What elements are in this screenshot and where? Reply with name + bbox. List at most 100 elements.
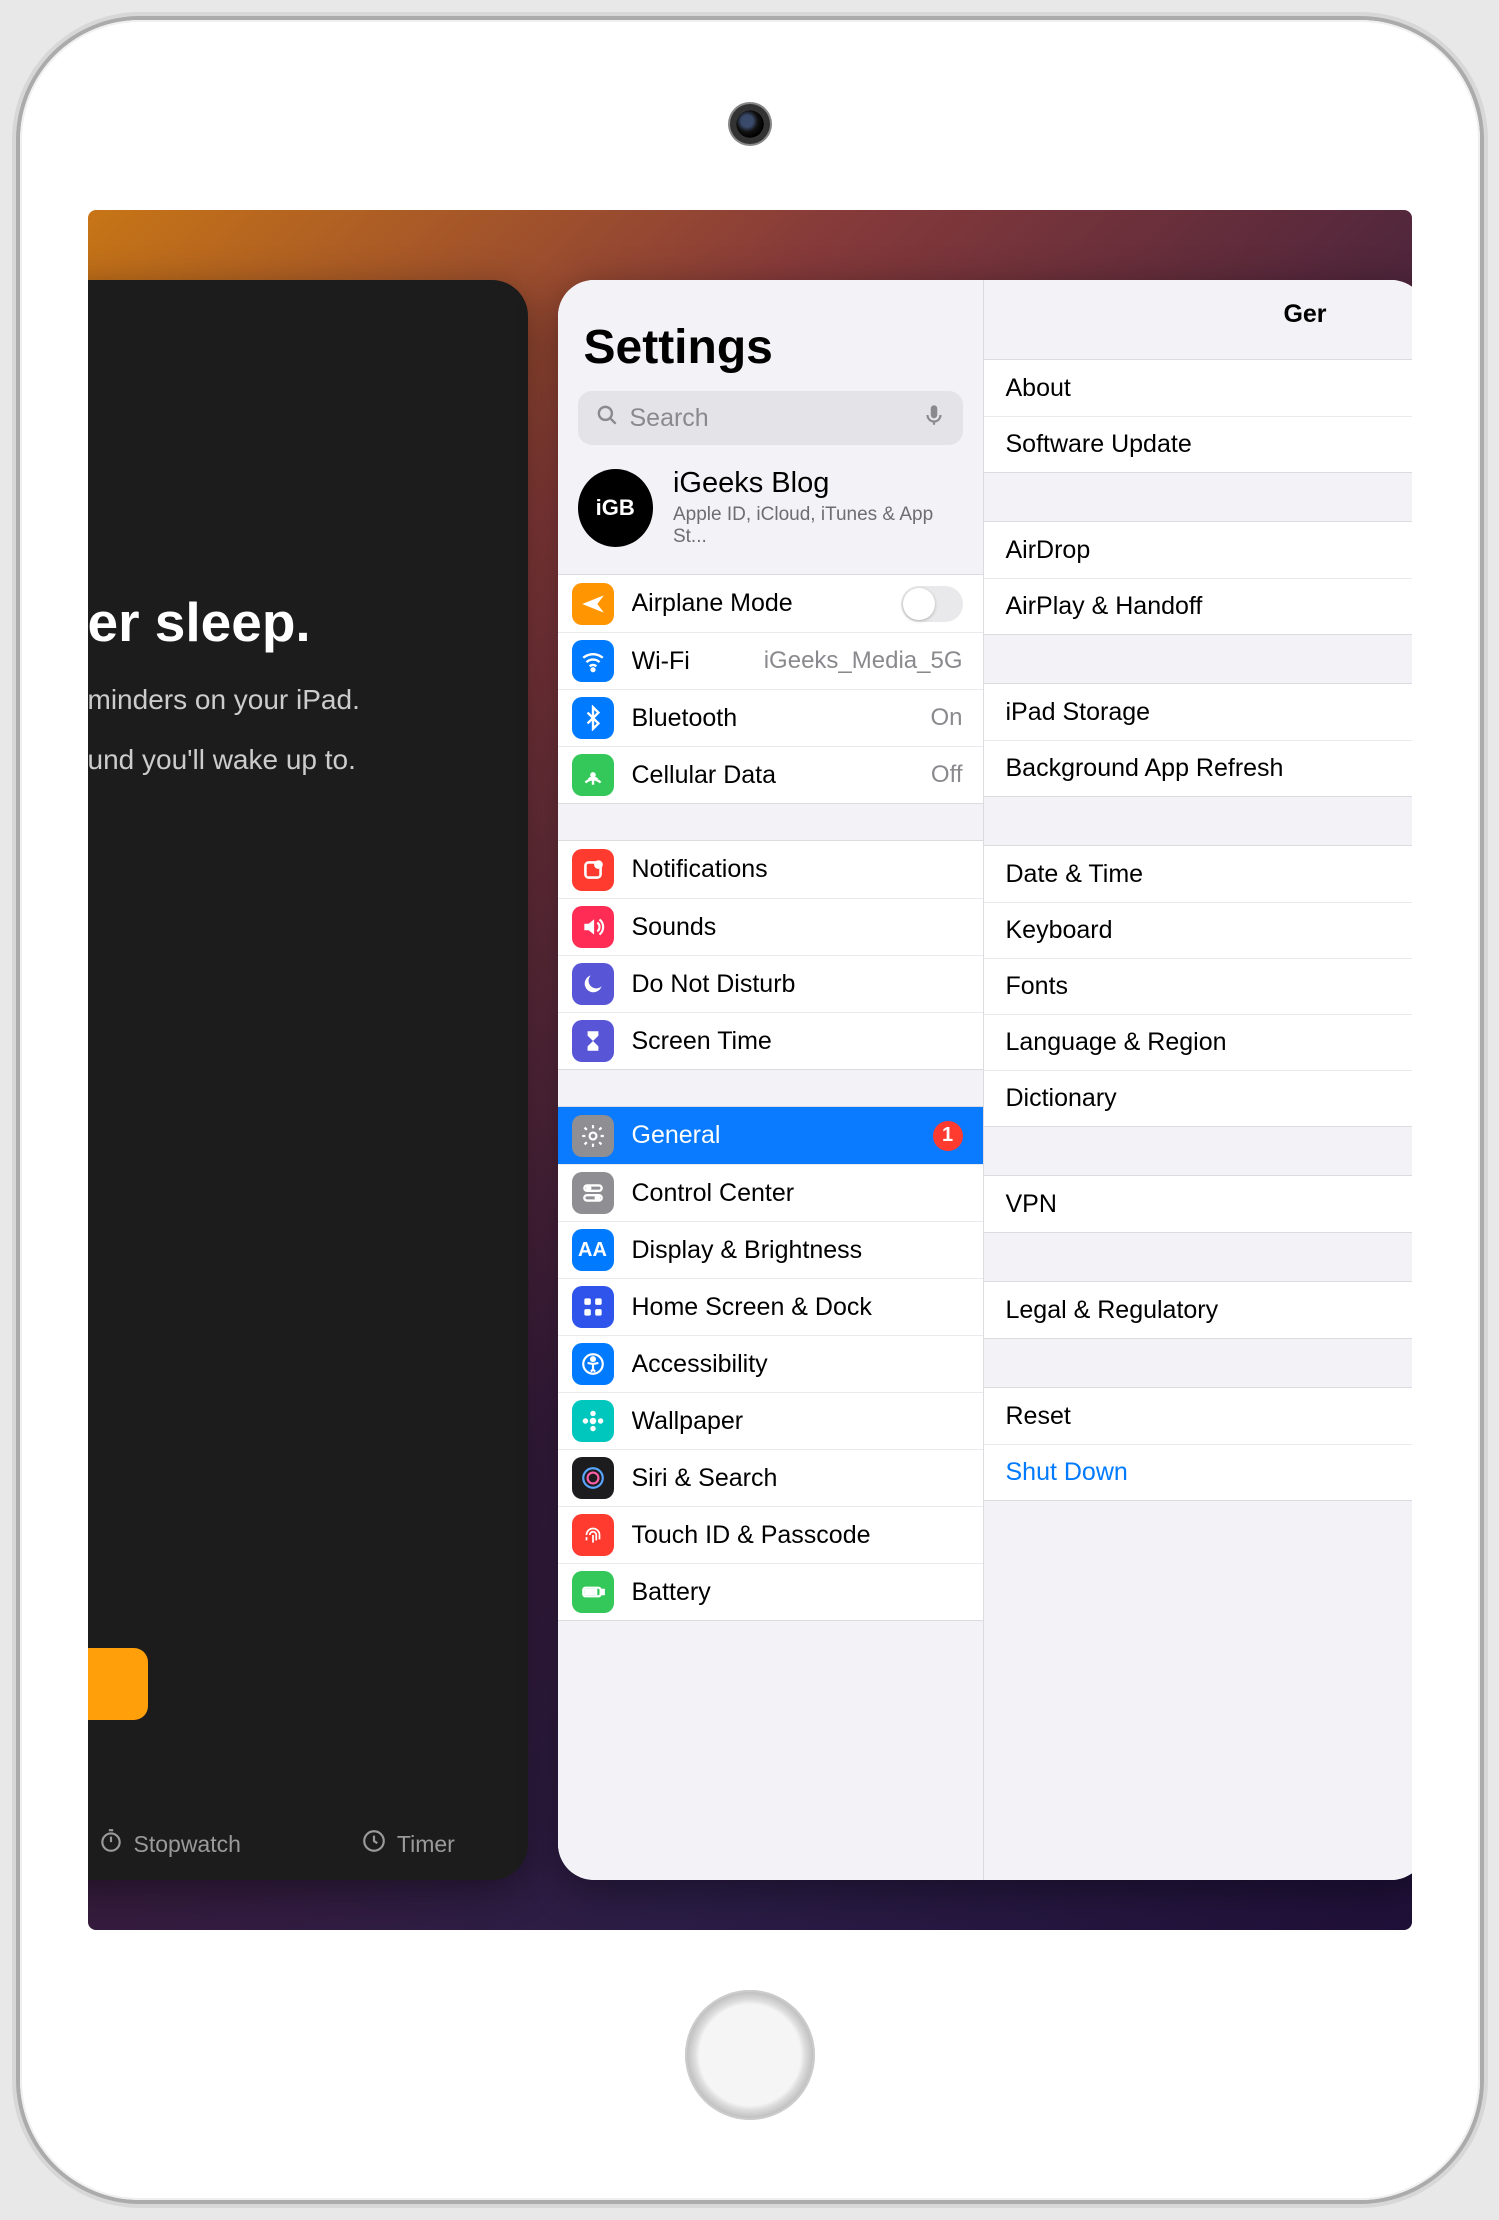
detail-group-about: About Software Update bbox=[984, 359, 1412, 473]
apple-id-row[interactable]: iGB iGeeks Blog Apple ID, iCloud, iTunes… bbox=[558, 463, 983, 574]
row-label: Notifications bbox=[632, 855, 963, 884]
row-keyboard[interactable]: Keyboard bbox=[984, 902, 1412, 958]
row-cellular[interactable]: Cellular Data Off bbox=[558, 746, 983, 803]
row-sounds[interactable]: Sounds bbox=[558, 898, 983, 955]
screen: er sleep. minders on your iPad. und you'… bbox=[88, 210, 1412, 1930]
airplane-toggle[interactable] bbox=[901, 586, 963, 622]
tab-stopwatch[interactable]: Stopwatch bbox=[98, 1828, 241, 1860]
row-value: On bbox=[930, 704, 962, 732]
detail-group-legal: Legal & Regulatory bbox=[984, 1281, 1412, 1339]
home-button[interactable] bbox=[685, 1990, 815, 2120]
row-label: Battery bbox=[632, 1578, 963, 1607]
moon-icon bbox=[572, 963, 614, 1005]
clock-line2: und you'll wake up to. bbox=[88, 744, 508, 776]
clock-orange-button[interactable] bbox=[88, 1648, 148, 1720]
row-dictionary[interactable]: Dictionary bbox=[984, 1070, 1412, 1126]
row-fonts[interactable]: Fonts bbox=[984, 958, 1412, 1014]
row-language[interactable]: Language & Region bbox=[984, 1014, 1412, 1070]
profile-name: iGeeks Blog bbox=[673, 467, 963, 500]
row-control-center[interactable]: Control Center bbox=[558, 1164, 983, 1221]
row-label: Wi-Fi bbox=[632, 647, 754, 676]
row-date-time[interactable]: Date & Time bbox=[984, 846, 1412, 902]
row-home-screen[interactable]: Home Screen & Dock bbox=[558, 1278, 983, 1335]
avatar: iGB bbox=[578, 469, 653, 547]
row-bluetooth[interactable]: Bluetooth On bbox=[558, 689, 983, 746]
app-card-settings[interactable]: Settings Search iGB iGeeks Blog bbox=[558, 280, 1412, 1880]
row-label: Do Not Disturb bbox=[632, 970, 963, 999]
app-switcher[interactable]: er sleep. minders on your iPad. und you'… bbox=[88, 210, 1412, 1930]
row-label: VPN bbox=[1006, 1190, 1057, 1219]
row-label: Background App Refresh bbox=[1006, 754, 1284, 783]
row-wifi[interactable]: Wi-Fi iGeeks_Media_5G bbox=[558, 632, 983, 689]
row-label: Reset bbox=[1006, 1402, 1071, 1431]
row-wallpaper[interactable]: Wallpaper bbox=[558, 1392, 983, 1449]
row-siri[interactable]: Siri & Search bbox=[558, 1449, 983, 1506]
row-label: Sounds bbox=[632, 913, 963, 942]
detail-group-airdrop: AirDrop AirPlay & Handoff bbox=[984, 521, 1412, 635]
row-software-update[interactable]: Software Update bbox=[984, 416, 1412, 472]
row-notifications[interactable]: Notifications bbox=[558, 841, 983, 898]
siri-icon bbox=[572, 1457, 614, 1499]
row-label: Control Center bbox=[632, 1179, 963, 1208]
row-screen-time[interactable]: Screen Time bbox=[558, 1012, 983, 1069]
row-value: Off bbox=[931, 761, 963, 789]
clock-line1: minders on your iPad. bbox=[88, 684, 508, 716]
row-bg-refresh[interactable]: Background App Refresh bbox=[984, 740, 1412, 796]
row-general[interactable]: General 1 bbox=[558, 1107, 983, 1164]
fingerprint-icon bbox=[572, 1514, 614, 1556]
row-accessibility[interactable]: Accessibility bbox=[558, 1335, 983, 1392]
search-input[interactable]: Search bbox=[578, 391, 963, 445]
row-label: Legal & Regulatory bbox=[1006, 1296, 1219, 1325]
group-general: General 1 Control Center AA Display & Br… bbox=[558, 1106, 983, 1621]
group-alerts: Notifications Sounds Do Not Disturb bbox=[558, 840, 983, 1070]
row-legal[interactable]: Legal & Regulatory bbox=[984, 1282, 1412, 1338]
stopwatch-icon bbox=[98, 1828, 124, 1860]
antenna-icon bbox=[572, 754, 614, 796]
tab-stopwatch-label: Stopwatch bbox=[134, 1831, 241, 1858]
accessibility-icon bbox=[572, 1343, 614, 1385]
row-label: Language & Region bbox=[1006, 1028, 1227, 1057]
text-size-icon: AA bbox=[572, 1229, 614, 1271]
row-label: Cellular Data bbox=[632, 761, 921, 790]
row-label: Wallpaper bbox=[632, 1407, 963, 1436]
tab-timer-label: Timer bbox=[397, 1831, 455, 1858]
row-label: AirPlay & Handoff bbox=[1006, 592, 1203, 621]
row-battery[interactable]: Battery bbox=[558, 1563, 983, 1620]
row-shut-down[interactable]: Shut Down bbox=[984, 1444, 1412, 1500]
detail-group-reset: Reset Shut Down bbox=[984, 1387, 1412, 1501]
settings-sidebar: Settings Search iGB iGeeks Blog bbox=[558, 280, 983, 1880]
row-airdrop[interactable]: AirDrop bbox=[984, 522, 1412, 578]
row-label: Screen Time bbox=[632, 1027, 963, 1056]
gear-icon bbox=[572, 1115, 614, 1157]
row-vpn[interactable]: VPN bbox=[984, 1176, 1412, 1232]
search-icon bbox=[594, 402, 620, 435]
row-reset[interactable]: Reset bbox=[984, 1388, 1412, 1444]
row-label: Software Update bbox=[1006, 430, 1192, 459]
row-airplane[interactable]: Airplane Mode bbox=[558, 575, 983, 632]
row-label: AirDrop bbox=[1006, 536, 1091, 565]
tab-timer[interactable]: Timer bbox=[361, 1828, 455, 1860]
row-label: Keyboard bbox=[1006, 916, 1113, 945]
row-display[interactable]: AA Display & Brightness bbox=[558, 1221, 983, 1278]
mic-icon[interactable] bbox=[921, 402, 947, 435]
hourglass-icon bbox=[572, 1020, 614, 1062]
app-card-clock[interactable]: er sleep. minders on your iPad. und you'… bbox=[88, 280, 528, 1880]
row-about[interactable]: About bbox=[984, 360, 1412, 416]
timer-icon bbox=[361, 1828, 387, 1860]
row-label: iPad Storage bbox=[1006, 698, 1151, 727]
row-label: Bluetooth bbox=[632, 704, 921, 733]
row-label: Airplane Mode bbox=[632, 589, 901, 618]
notifications-icon bbox=[572, 849, 614, 891]
row-label: Fonts bbox=[1006, 972, 1069, 1001]
row-ipad-storage[interactable]: iPad Storage bbox=[984, 684, 1412, 740]
row-label: Shut Down bbox=[1006, 1458, 1128, 1487]
row-touch-id[interactable]: Touch ID & Passcode bbox=[558, 1506, 983, 1563]
grid-icon bbox=[572, 1286, 614, 1328]
profile-subtitle: Apple ID, iCloud, iTunes & App St... bbox=[673, 504, 963, 548]
row-airplay[interactable]: AirPlay & Handoff bbox=[984, 578, 1412, 634]
detail-pane: Ger About Software Update AirDrop AirPla… bbox=[983, 280, 1412, 1880]
row-dnd[interactable]: Do Not Disturb bbox=[558, 955, 983, 1012]
row-label: General bbox=[632, 1121, 933, 1150]
toggles-icon bbox=[572, 1172, 614, 1214]
row-label: Accessibility bbox=[632, 1350, 963, 1379]
